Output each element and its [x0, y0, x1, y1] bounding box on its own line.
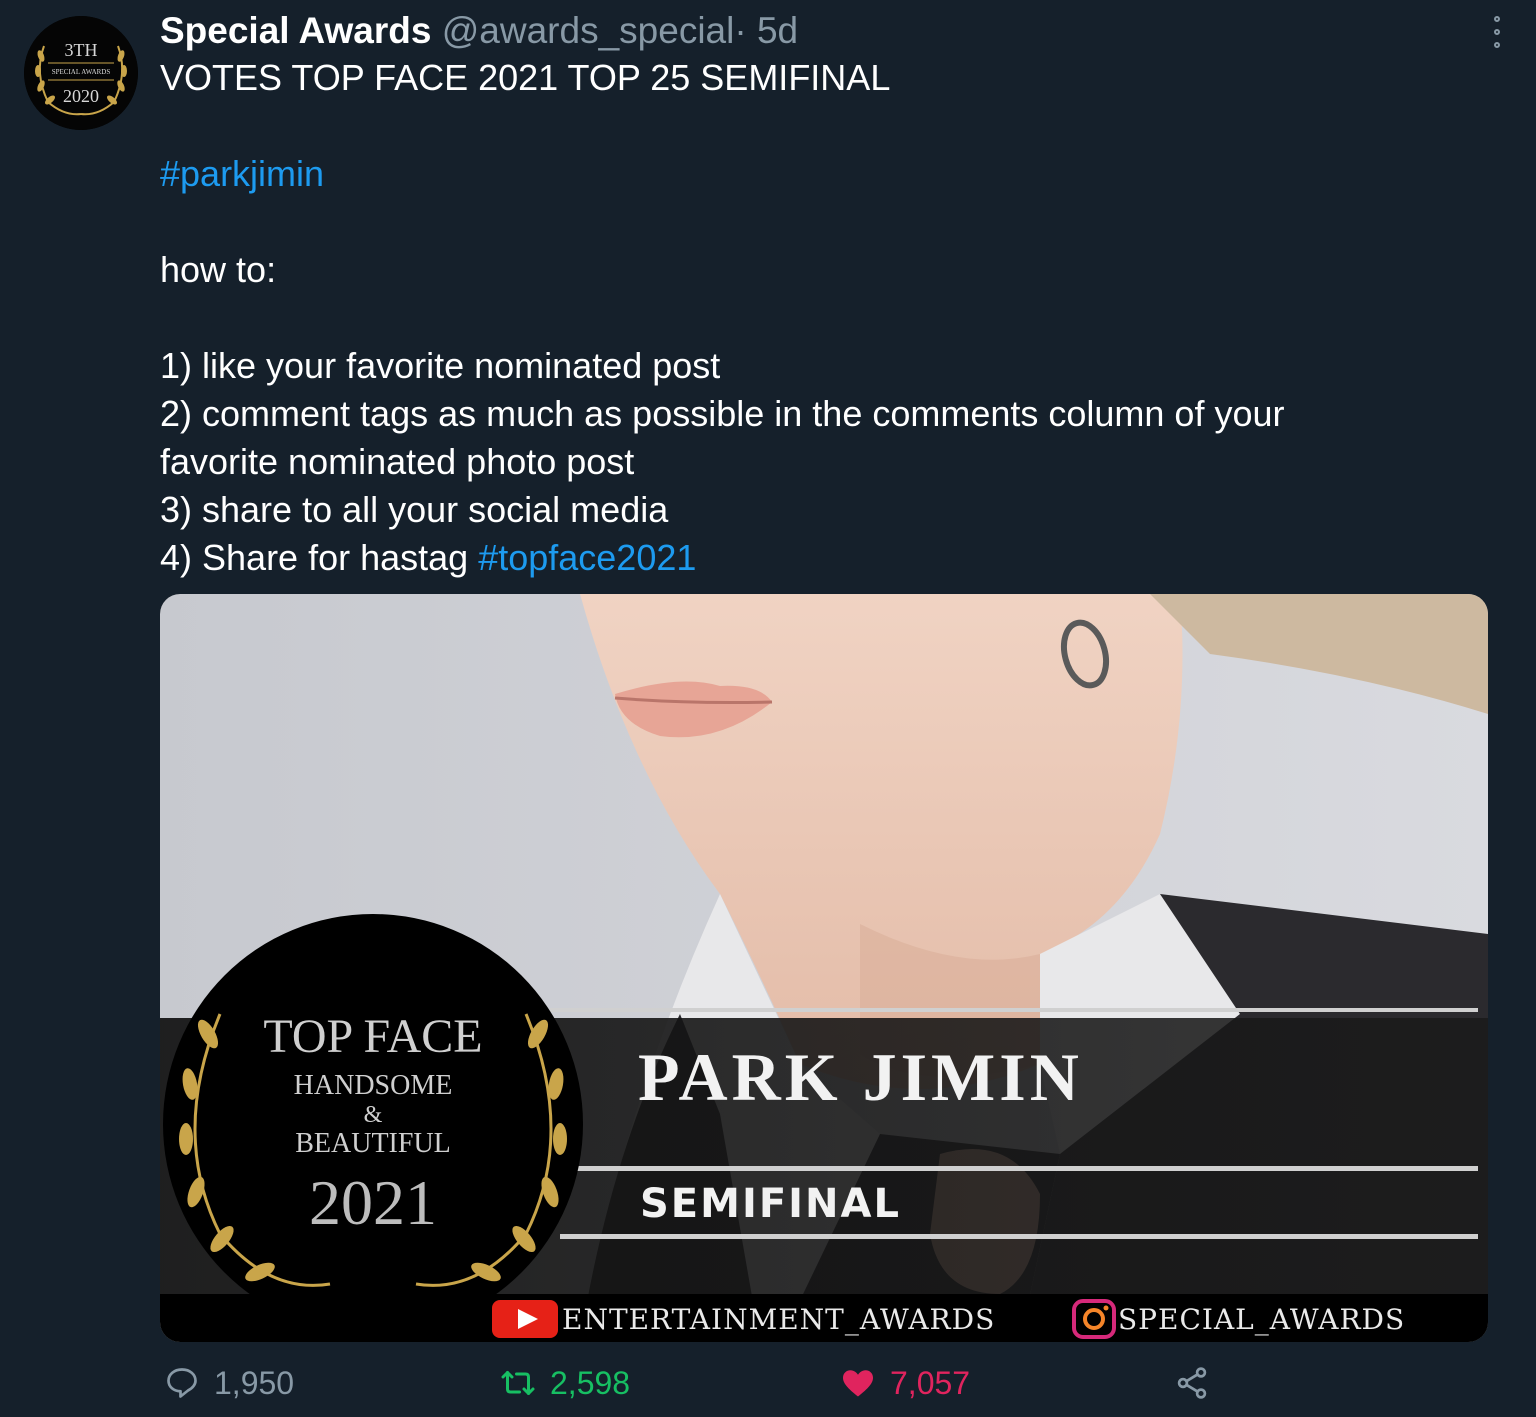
- hashtag-link[interactable]: #parkjimin: [160, 153, 324, 194]
- hashtag-link[interactable]: #topface2021: [478, 537, 696, 578]
- tweet-body: Special Awards @awards_special· 5d VOTES…: [160, 8, 1490, 582]
- separator-dot: ·: [734, 10, 747, 51]
- tweet-actions: 1,950 2,598 7,057: [160, 1358, 1490, 1408]
- reply-count: 1,950: [214, 1364, 295, 1401]
- avatar-logo: 3TH SPECIAL AWARDS 2020: [24, 16, 138, 130]
- tweet-text: VOTES TOP FACE 2021 TOP 25 SEMIFINAL #pa…: [160, 54, 1490, 582]
- tweet-image[interactable]: TOP FACE HANDSOME & BEAUTIFUL 2021 PARK …: [160, 594, 1488, 1342]
- avatar-bottom-text: 2020: [63, 86, 99, 106]
- tweet-header: Special Awards @awards_special· 5d: [160, 8, 1490, 54]
- stage-label: SEMIFINAL: [640, 1181, 901, 1227]
- youtube-handle: ENTERTAINMENT_AWARDS: [562, 1303, 995, 1336]
- step-line: favorite nominated photo post: [160, 441, 635, 482]
- nominee-poster: TOP FACE HANDSOME & BEAUTIFUL 2021 PARK …: [160, 594, 1488, 1342]
- tweet-title-line: VOTES TOP FACE 2021 TOP 25 SEMIFINAL: [160, 57, 891, 98]
- avatar-middle-text: SPECIAL AWARDS: [52, 68, 111, 76]
- more-options-icon[interactable]: [1488, 16, 1506, 48]
- tweet-timestamp[interactable]: 5d: [757, 10, 798, 51]
- badge-year: 2021: [309, 1167, 437, 1238]
- nominee-name: PARK JIMIN: [638, 1039, 1083, 1115]
- reply-button[interactable]: 1,950: [164, 1358, 294, 1408]
- avatar-top-text: 3TH: [65, 40, 98, 60]
- retweet-count: 2,598: [550, 1364, 631, 1401]
- reply-icon: [167, 1368, 197, 1398]
- badge-title: TOP FACE: [263, 1010, 482, 1063]
- badge-line: BEAUTIFUL: [295, 1128, 451, 1159]
- share-icon: [1177, 1367, 1207, 1399]
- badge-line: &: [364, 1102, 383, 1128]
- step-line: 3) share to all your social media: [160, 489, 669, 530]
- retweet-icon: [501, 1371, 535, 1395]
- step-line: 4) Share for hastag: [160, 537, 479, 578]
- like-icon: [843, 1370, 873, 1397]
- avatar[interactable]: 3TH SPECIAL AWARDS 2020: [24, 16, 138, 130]
- user-handle[interactable]: @awards_special: [442, 10, 735, 51]
- like-button[interactable]: 7,057: [840, 1358, 970, 1408]
- badge-line: HANDSOME: [294, 1070, 453, 1101]
- step-line: 2) comment tags as much as possible in t…: [160, 393, 1285, 434]
- display-name[interactable]: Special Awards: [160, 10, 431, 51]
- step-line: 1) like your favorite nominated post: [160, 345, 721, 386]
- share-button[interactable]: [1174, 1358, 1224, 1408]
- how-to-label: how to:: [160, 249, 277, 290]
- youtube-icon: [492, 1300, 558, 1338]
- instagram-handle: SPECIAL_AWARDS: [1118, 1303, 1405, 1336]
- retweet-button[interactable]: 2,598: [500, 1358, 630, 1408]
- like-count: 7,057: [890, 1364, 971, 1401]
